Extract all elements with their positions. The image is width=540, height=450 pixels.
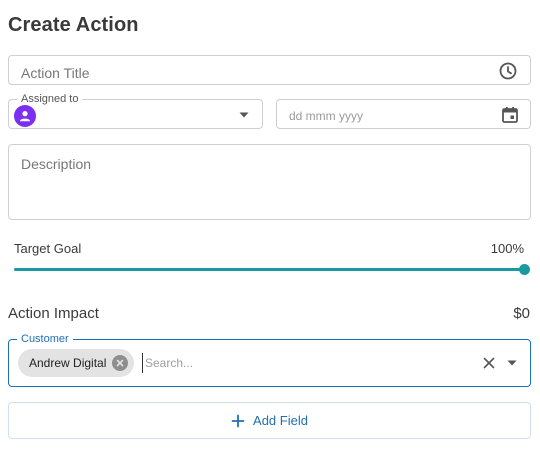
target-goal-label: Target Goal — [14, 241, 82, 256]
calendar-icon[interactable] — [500, 105, 520, 125]
person-icon — [14, 105, 36, 127]
target-goal-value: 100% — [490, 241, 524, 256]
action-impact-label: Action Impact — [8, 305, 99, 322]
customer-label: Customer — [17, 332, 73, 346]
customer-chip[interactable]: Andrew Digital — [18, 349, 134, 377]
target-goal-slider-track[interactable] — [14, 268, 525, 271]
target-goal-slider-thumb[interactable] — [519, 264, 530, 275]
add-field-label: Add Field — [253, 413, 308, 428]
add-field-button[interactable]: Add Field — [8, 402, 531, 439]
customer-search-input[interactable] — [142, 353, 462, 373]
caret-down-icon[interactable] — [506, 358, 518, 368]
page-title: Create Action — [8, 14, 139, 36]
action-impact-value: $0 — [513, 305, 530, 322]
action-title-placeholder: Action Title — [21, 65, 90, 81]
description-textarea[interactable]: Description — [8, 144, 531, 220]
plus-icon — [231, 414, 245, 428]
assigned-to-select[interactable]: Assigned to — [8, 92, 263, 129]
action-title-field[interactable]: Action Title — [8, 55, 531, 85]
due-date-field[interactable]: dd mmm yyyy — [276, 99, 531, 129]
chip-remove-icon[interactable] — [112, 355, 128, 371]
caret-down-icon[interactable] — [238, 110, 250, 120]
clock-icon[interactable] — [498, 61, 518, 81]
assigned-to-label: Assigned to — [17, 92, 83, 106]
description-placeholder: Description — [21, 156, 92, 172]
customer-chip-label: Andrew Digital — [29, 356, 107, 370]
due-date-placeholder: dd mmm yyyy — [289, 109, 364, 123]
close-icon[interactable] — [481, 355, 497, 371]
